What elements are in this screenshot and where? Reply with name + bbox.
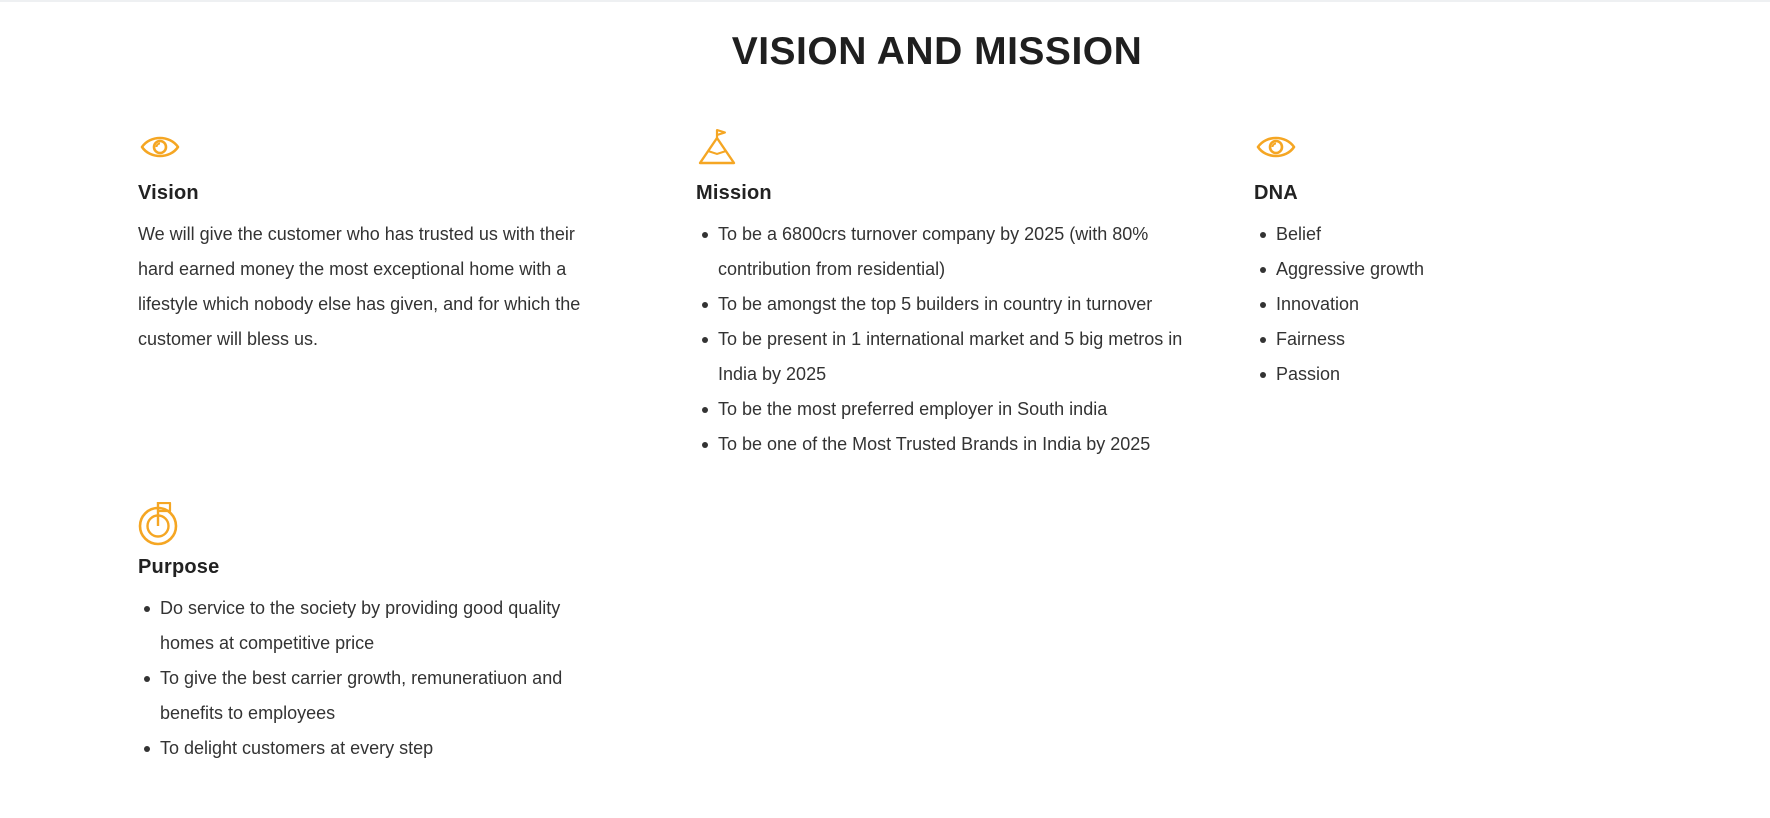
eye-icon <box>1254 128 1770 172</box>
dna-list: Belief Aggressive growth Innovation Fair… <box>1254 217 1654 392</box>
mountain-flag-icon <box>696 128 1216 172</box>
list-item: To be the most preferred employer in Sou… <box>696 392 1196 427</box>
top-divider <box>0 0 1770 2</box>
list-item: Belief <box>1254 217 1654 252</box>
list-item: To be one of the Most Trusted Brands in … <box>696 427 1196 462</box>
list-item: Passion <box>1254 357 1654 392</box>
list-item: To give the best carrier growth, remuner… <box>138 661 608 731</box>
vision-section: Vision We will give the customer who has… <box>138 128 658 357</box>
purpose-section: Purpose Do service to the society by pro… <box>138 502 658 766</box>
mission-list: To be a 6800crs turnover company by 2025… <box>696 217 1196 462</box>
page-title: VISION AND MISSION <box>731 30 1143 73</box>
list-item: To be present in 1 international market … <box>696 322 1196 392</box>
list-item: Aggressive growth <box>1254 252 1654 287</box>
list-item: To be a 6800crs turnover company by 2025… <box>696 217 1196 287</box>
dna-title: DNA <box>1254 182 1298 204</box>
target-flag-icon <box>138 502 658 546</box>
purpose-title: Purpose <box>138 556 220 578</box>
mission-title: Mission <box>696 182 772 204</box>
list-item: Innovation <box>1254 287 1654 322</box>
list-item: To be amongst the top 5 builders in coun… <box>696 287 1196 322</box>
vision-title: Vision <box>138 182 199 204</box>
list-item: Do service to the society by providing g… <box>138 591 608 661</box>
list-item: Fairness <box>1254 322 1654 357</box>
eye-icon <box>138 128 658 172</box>
dna-section: DNA Belief Aggressive growth Innovation … <box>1254 128 1770 392</box>
mission-section: Mission To be a 6800crs turnover company… <box>696 128 1216 462</box>
purpose-list: Do service to the society by providing g… <box>138 591 608 766</box>
vision-text: We will give the customer who has truste… <box>138 224 581 349</box>
list-item: To delight customers at every step <box>138 731 608 766</box>
